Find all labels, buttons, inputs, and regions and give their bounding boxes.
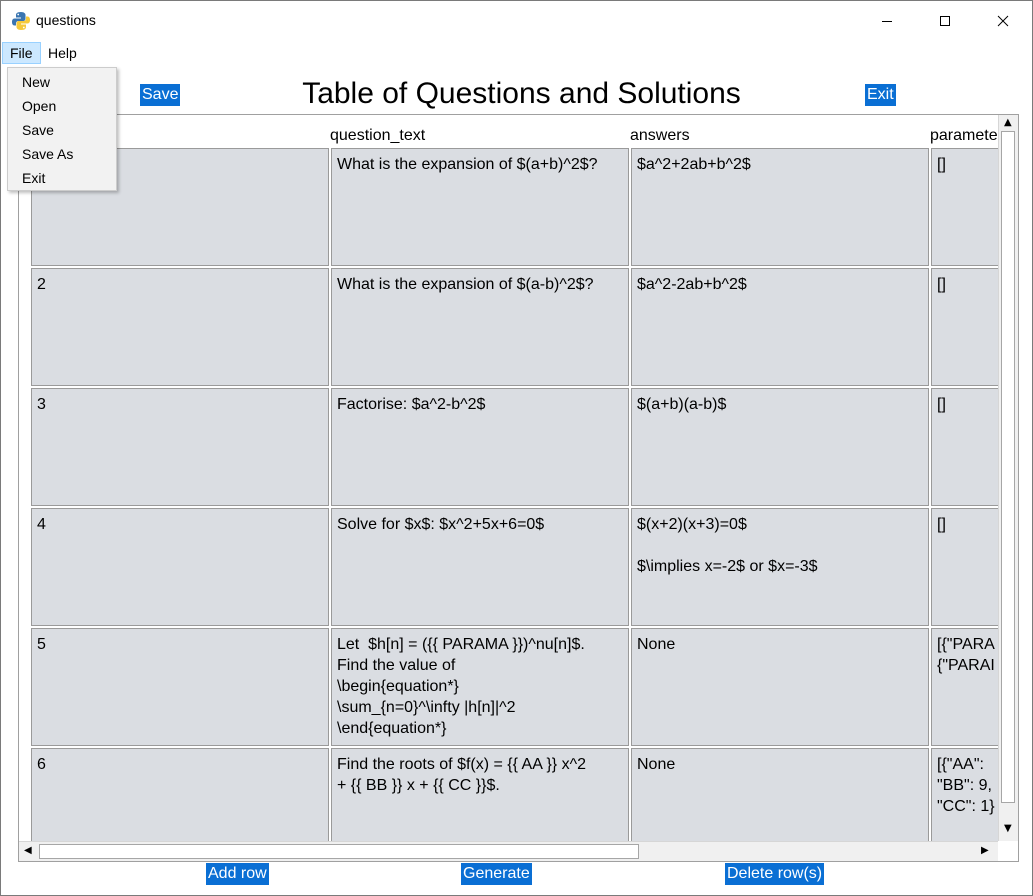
scroll-left-icon[interactable]: ◀ bbox=[24, 845, 32, 856]
table-row-answers-cell[interactable]: $(a+b)(a-b)$ bbox=[631, 388, 929, 506]
close-button[interactable] bbox=[974, 1, 1032, 41]
table-row-answers-cell[interactable]: None bbox=[631, 628, 929, 746]
table-row-question-cell[interactable]: Solve for $x$: $x^2+5x+6=0$ bbox=[331, 508, 629, 626]
table-row-answers-cell[interactable]: None bbox=[631, 748, 929, 841]
column-header-parameters[interactable]: paramete bbox=[930, 127, 998, 145]
scroll-down-icon[interactable]: ▼ bbox=[1004, 823, 1012, 834]
close-icon bbox=[997, 15, 1009, 27]
generate-button[interactable]: Generate bbox=[461, 863, 532, 885]
add-row-button[interactable]: Add row bbox=[206, 863, 269, 885]
menu-item-save[interactable]: Save bbox=[8, 118, 116, 142]
table-row-question-cell[interactable]: What is the expansion of $(a-b)^2$? bbox=[331, 268, 629, 386]
menu-item-save-as[interactable]: Save As bbox=[8, 142, 116, 166]
column-header-answers[interactable]: answers bbox=[630, 127, 690, 145]
table-row-question-cell[interactable]: What is the expansion of $(a+b)^2$? bbox=[331, 148, 629, 266]
table-viewport: question_text answers paramete What is t… bbox=[19, 115, 998, 841]
table-row-answers-cell[interactable]: $a^2+2ab+b^2$ bbox=[631, 148, 929, 266]
table-row-answers-cell[interactable]: $a^2-2ab+b^2$ bbox=[631, 268, 929, 386]
save-button[interactable]: Save bbox=[140, 84, 181, 106]
table-row-id-cell[interactable]: 2 bbox=[31, 268, 329, 386]
table-row-question-cell[interactable]: Factorise: $a^2-b^2$ bbox=[331, 388, 629, 506]
minimize-button[interactable] bbox=[858, 1, 916, 41]
table-row-id-cell[interactable]: 6 bbox=[31, 748, 329, 841]
table-row-parameters-cell[interactable]: [] bbox=[931, 508, 998, 626]
maximize-button[interactable] bbox=[916, 1, 974, 41]
scroll-right-icon[interactable]: ▶ bbox=[981, 845, 989, 856]
table-row-parameters-cell[interactable]: [] bbox=[931, 268, 998, 386]
maximize-icon bbox=[940, 16, 950, 26]
minimize-icon bbox=[882, 21, 892, 22]
table-row-id-cell[interactable]: 4 bbox=[31, 508, 329, 626]
table-row-question-cell[interactable]: Let $h[n] = ({{ PARAMA }})^nu[n]$. Find … bbox=[331, 628, 629, 746]
table-row-parameters-cell[interactable]: [] bbox=[931, 388, 998, 506]
questions-table: question_text answers paramete What is t… bbox=[18, 114, 1019, 862]
table-row-id-cell[interactable]: 5 bbox=[31, 628, 329, 746]
table-row-parameters-cell[interactable]: [{"PARA {"PARAI bbox=[931, 628, 998, 746]
table-row-parameters-cell[interactable]: [] bbox=[931, 148, 998, 266]
exit-button[interactable]: Exit bbox=[865, 84, 896, 106]
menu-item-new[interactable]: New bbox=[8, 70, 116, 94]
scroll-up-icon[interactable]: ▲ bbox=[1004, 117, 1012, 128]
menu-help[interactable]: Help bbox=[41, 42, 84, 64]
vertical-scrollbar[interactable]: ▲ ▼ bbox=[998, 115, 1018, 841]
table-row-parameters-cell[interactable]: [{"AA": "BB": 9, "CC": 1} bbox=[931, 748, 998, 841]
column-header-question-text[interactable]: question_text bbox=[330, 127, 425, 145]
app-window: questions File Help New Open Save Save A… bbox=[0, 0, 1033, 896]
vertical-scroll-thumb[interactable] bbox=[1001, 131, 1015, 803]
horizontal-scroll-thumb[interactable] bbox=[39, 844, 639, 859]
python-logo-icon bbox=[12, 12, 30, 30]
menu-file[interactable]: File bbox=[2, 42, 41, 64]
window-title: questions bbox=[36, 12, 96, 28]
table-row-question-cell[interactable]: Find the roots of $f(x) = {{ AA }} x^2 +… bbox=[331, 748, 629, 841]
horizontal-scrollbar[interactable]: ◀ ▶ bbox=[19, 841, 998, 861]
menu-item-exit[interactable]: Exit bbox=[8, 166, 116, 190]
table-row-answers-cell[interactable]: $(x+2)(x+3)=0$ $\implies x=-2$ or $x=-3$ bbox=[631, 508, 929, 626]
menu-item-open[interactable]: Open bbox=[8, 94, 116, 118]
table-row-id-cell[interactable]: 3 bbox=[31, 388, 329, 506]
file-menu-dropdown: New Open Save Save As Exit bbox=[7, 67, 117, 191]
title-bar[interactable]: questions bbox=[1, 1, 1032, 41]
delete-rows-button[interactable]: Delete row(s) bbox=[725, 863, 825, 885]
menu-bar: File Help bbox=[1, 41, 1032, 65]
